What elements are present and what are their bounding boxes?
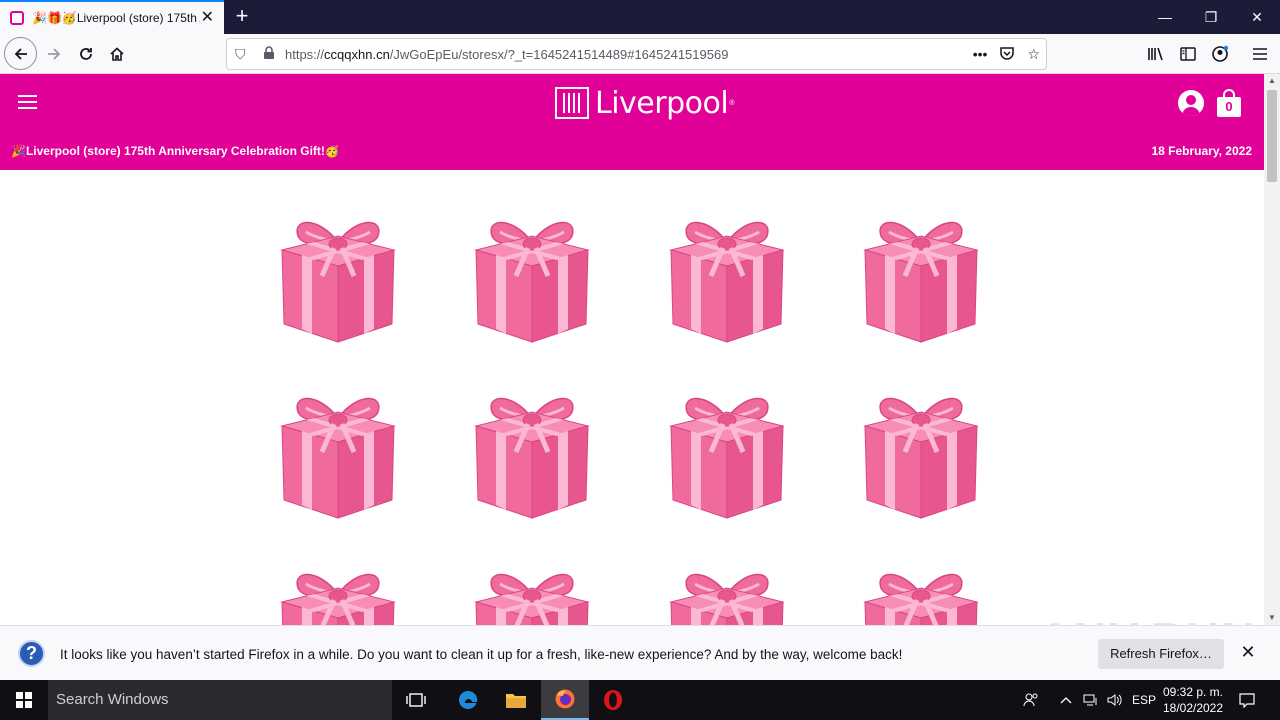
gift-box-icon[interactable] [472, 214, 592, 344]
scroll-thumb[interactable] [1267, 90, 1277, 182]
notification-bar: ? It looks like you haven’t started Fire… [0, 625, 1280, 680]
library-icon[interactable] [1140, 38, 1172, 70]
web-page: Liverpool ® 0 🎉Liverpool (store) 175th An… [0, 74, 1264, 625]
gift-box-icon[interactable] [278, 566, 398, 625]
minimize-button[interactable]: — [1142, 0, 1188, 34]
language-indicator[interactable]: ESP [1130, 680, 1158, 720]
gift-box-icon[interactable] [278, 214, 398, 344]
scroll-down-icon[interactable]: ▼ [1264, 611, 1280, 625]
home-button[interactable] [101, 38, 133, 70]
task-view-icon[interactable] [392, 680, 440, 720]
gift-box-icon[interactable] [667, 566, 787, 625]
refresh-firefox-button[interactable]: Refresh Firefox… [1098, 639, 1224, 669]
promo-title: 🎉Liverpool (store) 175th Anniversary Cel… [11, 144, 340, 158]
gift-box-icon[interactable] [667, 214, 787, 344]
gift-box-icon[interactable] [861, 390, 981, 520]
home-icon [110, 47, 124, 61]
windows-icon [16, 692, 32, 708]
forward-icon [48, 48, 61, 60]
gift-box-icon[interactable] [472, 390, 592, 520]
taskbar: Search Windows ESP 09:32 p. m. 18/02/202… [0, 680, 1280, 720]
volume-icon[interactable] [1104, 680, 1126, 720]
gift-box-icon[interactable] [861, 214, 981, 344]
cart-count: 0 [1225, 99, 1233, 114]
close-window-button[interactable]: ✕ [1234, 0, 1280, 34]
page-scrollbar[interactable]: ▲ ▼ [1264, 74, 1280, 625]
url-text[interactable]: https://ccqqxhn.cn/JwGoEpEu/storesx/?_t=… [285, 47, 728, 62]
account-icon[interactable] [1204, 38, 1236, 70]
hamburger-icon[interactable] [18, 95, 37, 109]
more-icon[interactable]: ••• [973, 46, 988, 62]
gift-box-icon[interactable] [472, 566, 592, 625]
gift-box-icon[interactable] [278, 390, 398, 520]
scroll-up-icon[interactable]: ▲ [1264, 74, 1280, 88]
pocket-icon[interactable] [999, 45, 1015, 64]
bookmark-star-icon[interactable]: ☆ [1027, 46, 1040, 63]
site-header: Liverpool ® 0 [0, 74, 1264, 132]
menu-icon[interactable] [1244, 38, 1276, 70]
question-icon: ? [18, 640, 45, 667]
start-button[interactable] [0, 680, 48, 720]
promo-date: 18 February, 2022 [1151, 144, 1252, 158]
url-bar[interactable]: ⛉ https://ccqqxhn.cn/JwGoEpEu/storesx/?_… [226, 38, 1047, 70]
file-explorer-icon[interactable] [492, 680, 540, 720]
new-tab-button[interactable]: + [230, 4, 254, 28]
navigation-toolbar: ⛉ https://ccqqxhn.cn/JwGoEpEu/storesx/?_… [0, 34, 1280, 74]
reload-button[interactable] [70, 38, 102, 70]
shopping-bag-icon[interactable]: 0 [1217, 89, 1241, 117]
sidebar-icon[interactable] [1172, 38, 1204, 70]
user-icon[interactable] [1178, 90, 1204, 116]
restore-button[interactable]: ❐ [1188, 0, 1234, 34]
promo-bar: 🎉Liverpool (store) 175th Anniversary Cel… [0, 132, 1264, 170]
logo-mark-icon [555, 87, 589, 119]
gift-box-icon[interactable] [861, 566, 981, 625]
opera-icon[interactable] [589, 680, 637, 720]
firefox-icon[interactable] [541, 680, 589, 720]
liverpool-logo[interactable]: Liverpool ® [555, 85, 734, 121]
forward-button[interactable] [38, 38, 70, 70]
browser-tab-active[interactable]: 🎉🎁🥳Liverpool (store) 175th Anniversary C… [0, 0, 224, 34]
back-icon [14, 47, 27, 60]
lock-icon[interactable] [263, 46, 279, 62]
network-icon[interactable] [1080, 680, 1102, 720]
notification-text: It looks like you haven’t started Firefo… [60, 647, 903, 662]
notification-icon[interactable] [1232, 680, 1262, 720]
taskbar-search[interactable]: Search Windows [48, 680, 392, 720]
browser-tab-strip: 🎉🎁🥳Liverpool (store) 175th Anniversary C… [0, 0, 1280, 34]
chevron-up-icon[interactable] [1056, 680, 1076, 720]
tab-close-icon[interactable]: ✕ [201, 10, 214, 26]
taskbar-clock[interactable]: 09:32 p. m. 18/02/2022 [1160, 684, 1226, 716]
tab-favicon-icon [10, 11, 24, 25]
shield-icon[interactable]: ⛉ [235, 46, 251, 62]
tab-title: 🎉🎁🥳Liverpool (store) 175th Anniversary C… [32, 11, 200, 25]
people-icon[interactable] [1018, 680, 1044, 720]
gift-box-icon[interactable] [667, 390, 787, 520]
logo-text: Liverpool [595, 85, 729, 121]
close-icon[interactable]: ✕ [1238, 642, 1258, 662]
back-button[interactable] [4, 37, 37, 70]
reload-icon [80, 48, 92, 60]
edge-icon[interactable] [444, 680, 492, 720]
